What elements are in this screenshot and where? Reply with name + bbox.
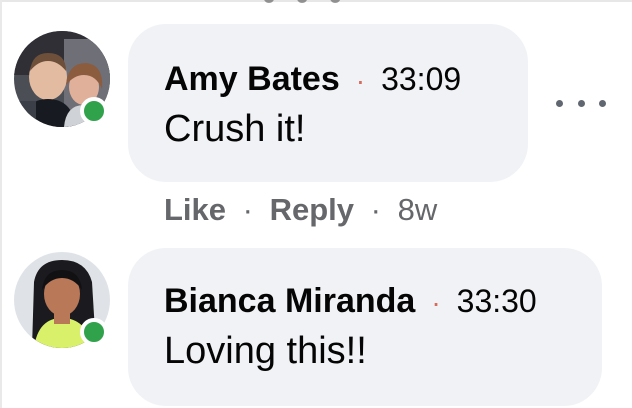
like-button[interactable]: Like [164,192,226,227]
author-name[interactable]: Bianca Miranda [164,282,415,321]
online-status-icon [80,318,108,346]
comment-bubble: Amy Bates · 33:09 Crush it! [128,24,528,182]
comments-thread: • • • Amy Bates · 33:09 [0,0,632,408]
meta-separator: · [431,287,441,318]
comment-text: Crush it! [164,108,306,150]
comment-item: Amy Bates · 33:09 Crush it! Like · Reply… [0,24,632,234]
more-options-button[interactable] [556,88,606,118]
comment-actions: Like · Reply · 8w [164,192,437,228]
timestamp-link[interactable]: 33:09 [381,61,461,98]
action-separator: · [242,192,253,227]
online-status-icon [80,97,108,125]
timestamp-link[interactable]: 33:30 [457,283,537,320]
more-options-icon [577,99,585,107]
meta-separator: · [355,65,366,96]
reply-button[interactable]: Reply [270,192,354,227]
comment-header: Amy Bates · 33:09 [164,60,528,100]
more-options-icon [556,99,563,107]
cropped-text: • • • [262,0,346,21]
comment-header: Bianca Miranda · 33:30 [164,282,602,322]
comment-age[interactable]: 8w [398,192,438,227]
comment-text: Loving this!! [164,330,367,372]
more-options-icon [599,99,606,107]
comment-item: Bianca Miranda · 33:30 Loving this!! [0,246,632,406]
comment-bubble: Bianca Miranda · 33:30 Loving this!! [128,248,602,406]
author-name[interactable]: Amy Bates [164,60,340,99]
action-separator: · [370,192,381,227]
